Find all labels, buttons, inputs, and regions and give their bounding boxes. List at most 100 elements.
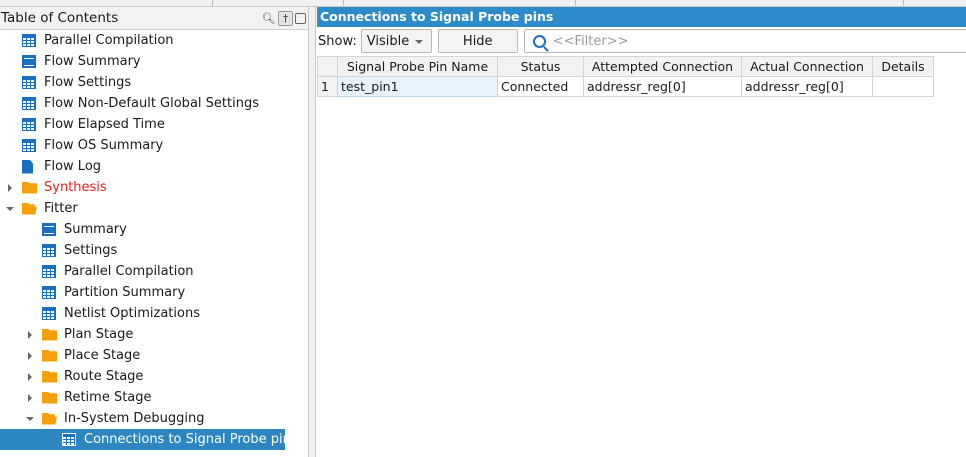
toc-item[interactable]: Netlist Optimizations [0,303,308,324]
toc-item-label: Netlist Optimizations [64,306,200,321]
column-header[interactable]: Signal Probe Pin Name [337,56,498,77]
expand-arrow-icon[interactable] [28,351,32,360]
collapse-arrow-icon[interactable] [26,416,34,421]
toc-item[interactable]: Route Stage [0,366,308,387]
toc-item-label: Parallel Compilation [44,33,174,48]
filter-input[interactable]: <<Filter>> [523,29,966,53]
toc-item-label: Flow Elapsed Time [44,117,165,132]
folder-icon [42,391,57,404]
toc-item-label: Settings [64,243,118,258]
toc-item-label: Flow OS Summary [44,138,164,153]
corner-header [317,56,338,77]
folder-icon [42,370,57,383]
toc-item-label: Flow Summary [44,54,141,69]
toc-item[interactable]: Flow Log [0,156,308,177]
float-window-icon[interactable] [295,12,306,24]
table-icon [42,307,56,320]
toc-item-label: Flow Log [44,159,102,174]
column-header[interactable]: Actual Connection [741,56,873,77]
toc-item-label: Synthesis [44,180,107,195]
toc-item[interactable]: Place Stage [0,345,308,366]
toc-item[interactable]: Partition Summary [0,282,308,303]
expand-arrow-icon[interactable] [28,393,32,402]
table-icon [22,76,36,89]
folder-open-icon [42,412,57,425]
pin-name-cell[interactable]: test_pin1 [337,76,498,97]
folder-open-icon [22,202,37,215]
toc-item[interactable]: Synthesis [0,177,308,198]
chevron-down-icon [414,40,423,44]
status-cell[interactable]: Connected [497,76,584,97]
toc-item-label: Connections to Signal Probe pins [84,432,298,447]
toc-item-label: Plan Stage [64,327,134,342]
row-number: 1 [317,76,338,97]
expand-arrow-icon[interactable] [8,183,12,192]
attempted-connection-cell[interactable]: addressr_reg[0] [583,76,742,97]
report-title: Connections to Signal Probe pins [317,7,966,27]
table-icon [62,433,76,446]
toc-item[interactable]: Flow Summary [0,51,308,72]
details-cell[interactable] [872,76,934,97]
actual-connection-cell[interactable]: addressr_reg[0] [741,76,873,97]
toc-item[interactable]: In-System Debugging [0,408,308,429]
search-icon [532,34,546,48]
column-header[interactable]: Details [872,56,934,77]
search-icon[interactable]: 🔍︎ [261,11,276,26]
toc-panel: Table of Contents 🔍︎ † Parallel Compilat… [0,7,309,457]
pin-icon[interactable]: † [278,10,293,26]
folder-icon [42,349,57,362]
toc-item[interactable]: Parallel Compilation [0,30,308,51]
document-icon [22,159,33,174]
toc-item[interactable]: Retime Stage [0,387,308,408]
report-panel: Connections to Signal Probe pins Show: V… [316,7,966,457]
column-header[interactable]: Status [497,56,584,77]
toc-item-label: Fitter [44,201,78,216]
expand-arrow-icon[interactable] [28,372,32,381]
toc-item[interactable]: Flow Elapsed Time [0,114,308,135]
toolbar: Show: Visible Hide <<Filter>> [316,27,966,55]
show-select[interactable]: Visible [360,29,432,53]
toc-item[interactable]: Summary [0,219,308,240]
toc-item[interactable]: Parallel Compilation [0,261,308,282]
toc-tree: Parallel Compilation Flow Summary Flow Set… [0,30,308,450]
toc-item[interactable]: Fitter [0,198,308,219]
table-row[interactable]: 1 test_pin1 Connected addressr_reg[0] ad… [317,76,934,97]
toc-item[interactable]: Connections to Signal Probe pins [0,429,298,450]
toc-item-label: Partition Summary [64,285,186,300]
collapse-arrow-icon[interactable] [6,206,14,211]
column-header[interactable]: Attempted Connection [583,56,742,77]
toc-item[interactable]: Plan Stage [0,324,308,345]
toc-item[interactable]: Settings [0,240,308,261]
table-icon [22,139,36,152]
expand-arrow-icon[interactable] [28,330,32,339]
toc-item-label: Route Stage [64,369,144,384]
show-label: Show: [318,33,357,49]
show-value: Visible [366,33,410,49]
panel-splitter[interactable] [309,7,316,457]
table-icon [22,97,36,110]
summary-icon [22,55,36,68]
top-tab-strip [0,0,966,7]
folder-icon [22,181,37,194]
hide-button[interactable]: Hide [437,29,518,53]
table-icon [42,286,56,299]
toc-header: Table of Contents 🔍︎ † [0,7,308,30]
summary-icon [42,223,56,236]
table-icon [42,244,56,257]
toc-item-label: In-System Debugging [64,411,205,426]
filter-placeholder: <<Filter>> [552,33,629,49]
folder-icon [42,328,57,341]
toc-item-label: Place Stage [64,348,141,363]
toc-item-label: Flow Non-Default Global Settings [44,96,259,111]
toc-item-label: Flow Settings [44,75,132,90]
toc-item-label: Summary [64,222,127,237]
table-icon [22,34,36,47]
toc-item-label: Parallel Compilation [64,264,194,279]
toc-item[interactable]: Flow OS Summary [0,135,308,156]
table-icon [22,118,36,131]
toc-item[interactable]: Flow Settings [0,72,308,93]
connections-table: Signal Probe Pin Name Status Attempted C… [317,56,934,97]
table-icon [42,265,56,278]
toc-item-label: Retime Stage [64,390,152,405]
toc-item[interactable]: Flow Non-Default Global Settings [0,93,308,114]
